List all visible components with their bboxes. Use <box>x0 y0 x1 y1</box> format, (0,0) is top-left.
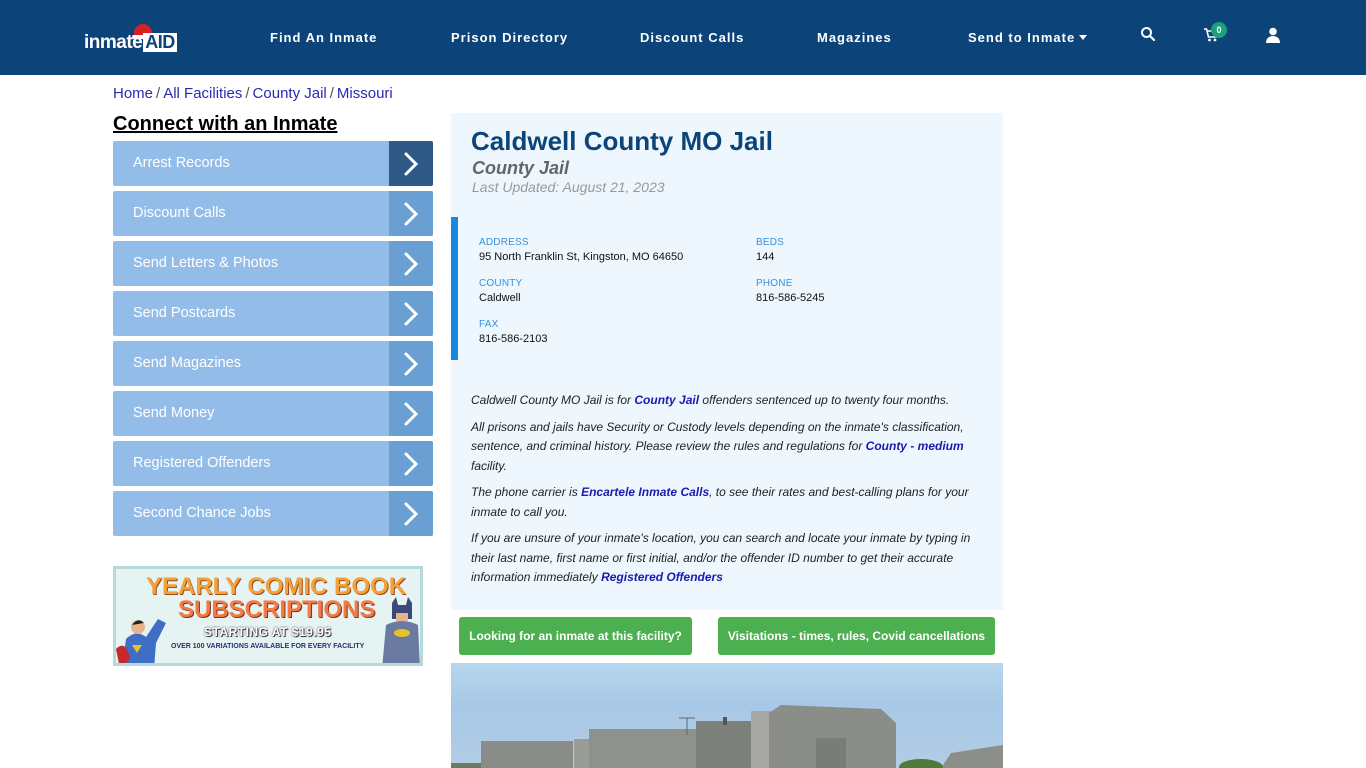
chevron-right-icon <box>404 252 419 276</box>
sidebar-item-send-magazines[interactable]: Send Magazines <box>113 341 433 386</box>
search-icon[interactable] <box>1140 26 1160 46</box>
breadcrumb-all-facilities[interactable]: All Facilities <box>163 85 242 102</box>
cart-count-badge: 0 <box>1211 22 1227 38</box>
beds-field: BEDS 144 <box>756 237 784 263</box>
county-value: Caldwell <box>479 292 521 304</box>
facility-description: Caldwell County MO Jail is for County Ja… <box>471 391 986 595</box>
nav-send-to-inmate[interactable]: Send to Inmate <box>968 30 1088 45</box>
promo-subheadline: SUBSCRIPTIONS <box>178 596 376 623</box>
sidebar-item-discount-calls[interactable]: Discount Calls <box>113 191 433 236</box>
sidebar-item-label: Arrest Records <box>133 155 230 171</box>
chevron-right-icon <box>404 402 419 426</box>
superhero-illustration-left <box>116 619 166 663</box>
nav-discount-calls[interactable]: Discount Calls <box>640 30 744 45</box>
sidebar-item-registered-offenders[interactable]: Registered Offenders <box>113 441 433 486</box>
registered-offenders-link[interactable]: Registered Offenders <box>601 570 723 584</box>
chevron-right-icon <box>404 202 419 226</box>
sidebar-item-label: Send Postcards <box>133 305 236 321</box>
sidebar-item-send-postcards[interactable]: Send Postcards <box>113 291 433 336</box>
nav-magazines[interactable]: Magazines <box>817 30 892 45</box>
sidebar-item-label: Discount Calls <box>133 205 226 221</box>
chevron-right-icon <box>404 502 419 526</box>
last-updated: Last Updated: August 21, 2023 <box>472 179 665 195</box>
chevron-right-icon <box>404 452 419 476</box>
visitations-button[interactable]: Visitations - times, rules, Covid cancel… <box>718 617 995 655</box>
sidebar-item-send-letters-photos[interactable]: Send Letters & Photos <box>113 241 433 286</box>
address-field: ADDRESS 95 North Franklin St, Kingston, … <box>479 237 683 263</box>
user-icon[interactable] <box>1266 27 1286 47</box>
address-value: 95 North Franklin St, Kingston, MO 64650 <box>479 251 684 263</box>
sidebar-menu: Arrest Records Discount Calls Send Lette… <box>113 141 433 541</box>
sidebar-item-label: Send Money <box>133 405 215 421</box>
phone-value[interactable]: 816-586-5245 <box>756 292 825 304</box>
sidebar-title[interactable]: Connect with an Inmate <box>113 113 337 136</box>
promo-price: STARTING AT $19.95 <box>204 625 332 639</box>
sidebar-item-arrest-records[interactable]: Arrest Records <box>113 141 433 186</box>
caret-down-icon <box>1079 35 1088 41</box>
sidebar-item-label: Send Magazines <box>133 355 242 371</box>
fax-value: 816-586-2103 <box>479 333 548 345</box>
description-paragraph: Caldwell County MO Jail is for County Ja… <box>471 393 950 407</box>
top-navbar: inmate AID Find An Inmate Prison Director… <box>0 0 1366 75</box>
nav-find-an-inmate[interactable]: Find An Inmate <box>270 30 377 45</box>
breadcrumb: Home / All Facilities / County Jail / Missouri <box>113 85 393 102</box>
county-medium-link[interactable]: County - medium <box>866 439 964 453</box>
breadcrumb-county-jail[interactable]: County Jail <box>253 85 327 102</box>
facility-title: Caldwell County MO Jail <box>471 126 773 156</box>
description-paragraph: The phone carrier is Encartele Inmate Ca… <box>471 485 969 519</box>
sidebar-item-label: Registered Offenders <box>133 455 271 471</box>
facility-photo <box>451 663 1003 768</box>
description-paragraph: All prisons and jails have Security or C… <box>471 419 964 473</box>
find-inmate-at-facility-button[interactable]: Looking for an inmate at this facility? <box>459 617 692 655</box>
facility-info-box: ADDRESS 95 North Franklin St, Kingston, … <box>451 217 1003 360</box>
beds-label: BEDS <box>756 237 785 248</box>
breadcrumb-missouri[interactable]: Missouri <box>337 85 393 102</box>
beds-value: 144 <box>756 251 775 263</box>
fax-label: FAX <box>479 319 499 330</box>
sidebar-item-label: Send Letters & Photos <box>133 255 279 271</box>
chevron-right-icon <box>404 302 419 326</box>
chevron-right-icon <box>404 352 419 376</box>
sidebar-item-send-money[interactable]: Send Money <box>113 391 433 436</box>
breadcrumb-home[interactable]: Home <box>113 85 153 102</box>
description-paragraph: If you are unsure of your inmate's locat… <box>471 531 971 584</box>
inmateaid-logo[interactable]: inmate AID <box>84 24 180 56</box>
logo-text: inmate <box>84 32 143 53</box>
phone-label: PHONE <box>756 278 793 289</box>
encartele-inmate-calls-link[interactable]: Encartele Inmate Calls <box>581 485 709 499</box>
jail-building-image <box>451 705 1003 768</box>
facility-card: Caldwell County MO Jail County Jail Last… <box>451 113 1003 610</box>
phone-field: PHONE 816-586-5245 <box>756 278 825 304</box>
logo-accent: AID <box>143 32 177 52</box>
fax-field: FAX 816-586-2103 <box>479 319 548 345</box>
county-label: COUNTY <box>479 278 523 289</box>
county-jail-link[interactable]: County Jail <box>634 393 699 407</box>
sidebar-item-second-chance-jobs[interactable]: Second Chance Jobs <box>113 491 433 536</box>
facility-type: County Jail <box>472 158 570 178</box>
county-field: COUNTY Caldwell <box>479 278 522 304</box>
comic-subscription-banner[interactable]: YEARLY COMIC BOOK SUBSCRIPTIONS STARTING… <box>113 566 423 666</box>
nav-prison-directory[interactable]: Prison Directory <box>451 30 568 45</box>
promo-note: OVER 100 VARIATIONS AVAILABLE FOR EVERY … <box>171 643 365 650</box>
sidebar-item-label: Second Chance Jobs <box>133 505 271 521</box>
address-label: ADDRESS <box>479 237 529 248</box>
chevron-right-icon <box>404 152 419 176</box>
superhero-illustration-right <box>382 597 420 663</box>
